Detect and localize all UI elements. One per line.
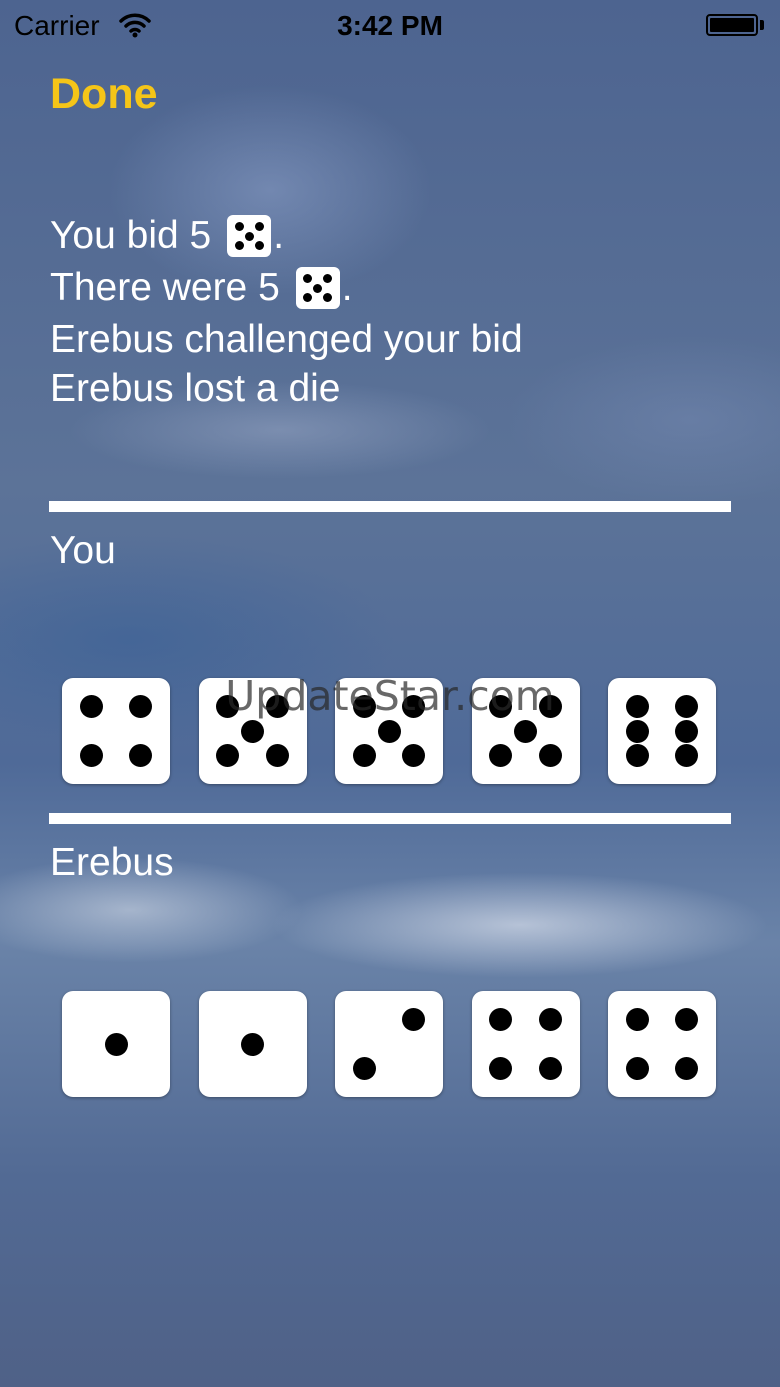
outcome-line: Erebus lost a die [50,367,341,410]
done-button[interactable]: Done [50,70,158,119]
die-pip [79,695,103,719]
die-face-5 [198,678,307,784]
challenge-line: Erebus challenged your bid [50,318,523,361]
die-pip [675,719,699,743]
die-pip [625,1008,649,1032]
die-pip [244,231,254,241]
die-face-2 [335,991,443,1097]
die-pip [323,273,333,283]
die-pip [489,743,513,767]
bid-line: You bid 5 . [50,214,284,258]
die-pip [625,1056,649,1080]
divider-you [49,501,731,512]
die-pip [352,695,376,719]
die-pip [377,719,401,743]
die-pip [303,273,313,283]
die-pip [489,1008,513,1032]
bid-die-icon [227,215,272,257]
battery-icon [706,14,758,36]
dice-row-erebus [62,991,722,1099]
die-face-4 [62,678,170,784]
die-pip [675,695,699,719]
die-pip [402,1008,426,1032]
die-face-4 [608,991,716,1097]
dice-row-you [62,678,722,786]
die-pip [129,695,153,719]
die-pip [675,1056,699,1080]
die-pip [625,719,649,743]
die-face-1 [62,991,170,1097]
die-pip [79,743,103,767]
die-pip [675,1008,699,1032]
die-pip [352,743,376,767]
die-pip [254,241,264,251]
die-face-4 [471,991,580,1097]
die-pip [625,695,649,719]
die-pip [303,293,313,303]
player-label-erebus: Erebus [50,841,174,884]
die-pip [234,241,244,251]
die-pip [323,293,333,303]
die-pip [538,743,562,767]
die-pip [402,695,426,719]
die-pip [538,1056,562,1080]
die-pip [234,221,244,231]
die-face-6 [608,678,716,784]
die-pip [625,743,649,767]
actual-die-icon [295,267,340,309]
bid-text: You bid 5 [50,214,212,257]
die-pip [216,743,240,767]
status-bar: Carrier 3:42 PM [0,0,780,52]
die-pip [538,1008,562,1032]
die-face-5 [335,678,443,784]
die-pip [402,743,426,767]
die-pip [352,1056,376,1080]
die-pip [104,1032,128,1056]
actual-count-text: There were 5 [50,266,280,309]
die-pip [216,695,240,719]
die-pip [241,719,264,743]
die-pip [265,695,289,719]
die-pip [265,743,289,767]
player-label-you: You [50,529,116,572]
die-pip [241,1032,264,1056]
actual-count-line: There were 5 . [50,266,353,310]
die-pip [538,695,562,719]
die-pip [129,743,153,767]
die-face-1 [198,991,307,1097]
divider-erebus [49,813,731,824]
die-pip [489,695,513,719]
bid-period: . [273,214,285,257]
die-pip [313,283,323,293]
die-face-5 [471,678,580,784]
die-pip [254,221,264,231]
die-pip [675,743,699,767]
die-pip [514,719,537,743]
battery-tip [760,20,764,30]
die-pip [489,1056,513,1080]
clock-time: 3:42 PM [337,10,443,41]
actual-period: . [341,266,353,309]
